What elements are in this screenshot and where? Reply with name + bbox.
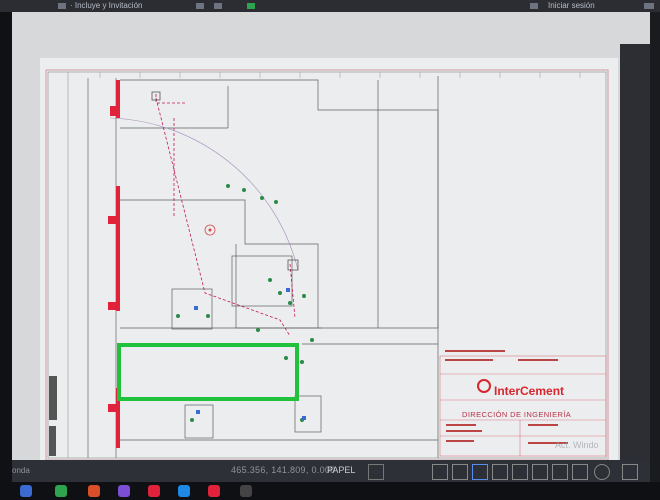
taskbar-app-icon[interactable] — [148, 485, 160, 497]
toolbar-icon[interactable] — [196, 3, 204, 9]
cad-status-bar: 465.356, 141.809, 0.000 PAPEL — [12, 460, 650, 482]
osnap-icon[interactable] — [492, 464, 508, 480]
taskbar-app-icon[interactable] — [88, 485, 100, 497]
polar-icon[interactable] — [472, 464, 488, 480]
title-block-department: DIRECCIÓN DE INGENIERÍA — [462, 410, 572, 419]
gear-icon[interactable] — [594, 464, 610, 480]
taskbar-app-icon[interactable] — [208, 485, 220, 497]
window-title: · Incluye y Invitación — [70, 1, 143, 10]
window-control-icon[interactable] — [644, 3, 654, 9]
viewport-right-panel — [620, 44, 650, 468]
workspace-icon[interactable] — [572, 464, 588, 480]
paper-space-toggle[interactable]: PAPEL — [327, 465, 355, 475]
window-title-bar: · Incluye y Invitación Iniciar sesión — [0, 0, 660, 12]
windows-taskbar — [0, 482, 660, 500]
command-line-hint: onda — [12, 466, 30, 475]
grid-icon[interactable] — [368, 464, 384, 480]
annotation-icon[interactable] — [532, 464, 548, 480]
taskbar-app-icon[interactable] — [240, 485, 252, 497]
sign-in-link[interactable]: Iniciar sesión — [548, 0, 595, 12]
brand-logo: InterCement — [494, 384, 565, 398]
windows-activation-watermark: Act. Windo — [555, 440, 599, 450]
taskbar-app-icon[interactable] — [178, 485, 190, 497]
toolbar-icon[interactable] — [247, 3, 255, 9]
taskbar-app-icon[interactable] — [55, 485, 67, 497]
drawing-sheet — [40, 58, 618, 463]
cursor-coordinates: 465.356, 141.809, 0.000 — [231, 465, 336, 475]
toolbar-icon[interactable] — [214, 3, 222, 9]
ortho-icon[interactable] — [452, 464, 468, 480]
window-left-edge — [0, 0, 12, 500]
app-icon — [58, 3, 66, 9]
layout-icon[interactable] — [512, 464, 528, 480]
customize-icon[interactable] — [622, 464, 638, 480]
snap-icon[interactable] — [432, 464, 448, 480]
user-icon[interactable] — [530, 3, 538, 9]
taskbar-app-icon[interactable] — [118, 485, 130, 497]
annotation-scale-icon[interactable] — [552, 464, 568, 480]
taskbar-app-icon[interactable] — [20, 485, 32, 497]
